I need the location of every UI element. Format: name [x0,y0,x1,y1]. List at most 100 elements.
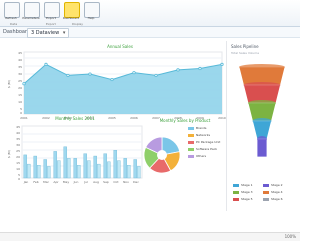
chevron-down-icon: ▾ [62,30,66,36]
help-label: Help [87,16,95,20]
monthly-bar [123,158,127,179]
monthly-ytick: 45 [16,125,20,129]
product-sales-title: Monthly Sales by Product [159,118,211,123]
monthly-xtick: Dec [133,180,139,184]
annual-point [44,62,48,66]
annual-point [110,77,114,82]
annual-ytick: 30 [18,72,22,76]
legend-label: Stage 2 [271,183,283,187]
legend-item: Others [188,154,206,158]
monthly-xtick: May [63,180,69,184]
legend-item: Stage 5 [233,197,253,201]
legend-label: Software Pack [196,147,218,151]
monthly-xtick: Nov [123,180,129,184]
legend-swatch [233,183,239,187]
monthly-bar [97,163,101,179]
ribbon-group-data: Data [10,22,18,26]
ribbon: Refresh Parameters Export Dashboard Help… [0,0,300,27]
product-pie-chart [143,136,181,174]
monthly-bar [57,160,61,179]
funnel-rim [252,118,272,124]
legend-item: Stage 3 [233,190,253,194]
annual-point [198,66,202,71]
monthly-ytick: 25 [16,149,20,153]
legend-item: Stage 4 [263,190,283,194]
refresh-label: Refresh [5,16,17,20]
monthly-ylabel: $ (M) [7,150,11,158]
monthly-bar [93,155,97,179]
legend-swatch [233,190,239,194]
annual-ytick: 35 [18,65,22,69]
monthly-bar [33,155,37,179]
legend-swatch [188,140,194,144]
monthly-bar [73,158,77,179]
monthly-ytick: 10 [16,167,20,171]
zoom-level[interactable]: 100% [285,234,296,239]
ribbon-group-export: Export [46,22,56,26]
monthly-sales-title: Monthly Sales 2011 [55,116,95,121]
annual-ytick: 25 [18,79,22,83]
monthly-bar [23,154,27,179]
annual-ytick: 40 [18,58,22,62]
monthly-bar [103,153,107,179]
monthly-bar [67,158,71,179]
monthly-bar [117,160,121,179]
legend-label: Brands [196,126,207,130]
monthly-bar [37,165,41,179]
annual-ylabel: $ (M) [7,80,11,88]
pipeline-funnel-chart [238,64,286,158]
legend-item: Software Pack [188,147,217,151]
legend-label: Stage 1 [241,183,253,187]
monthly-ytick: 35 [16,137,20,141]
product-legend: Brands Networks PC Package Unit Software… [188,126,228,162]
legend-swatch [263,197,269,201]
legend-item: Stage 2 [263,183,283,187]
annual-sales-chart: 45 40 35 30 25 20 15 10 5 0 $ (M) 2001 2… [7,51,226,120]
annual-point [220,62,224,66]
dashboard-toolbar: Dashboard 3 Dataview ▾ [0,27,300,38]
ribbon-group-display: Display [72,22,84,26]
annual-ytick: 20 [18,86,22,90]
monthly-bar [53,151,57,179]
dashboard-select-value: 3 Dataview [31,30,60,36]
monthly-bar [127,165,131,179]
legend-label: Stage 3 [241,190,253,194]
sales-pipeline-panel: Sales Pipeline Total Sales Volume Stage … [226,41,297,211]
legend-label: Stage 5 [241,197,253,201]
monthly-ytick: 40 [16,131,20,135]
annual-ytick: 45 [18,51,22,55]
monthly-xtick: Jan [23,180,29,184]
monthly-bar [133,159,137,179]
legend-label: Others [196,154,207,158]
annual-point [22,82,26,86]
legend-item: Stage 1 [233,183,253,187]
pipeline-title: Sales Pipeline [231,44,259,49]
monthly-bar [47,166,51,179]
funnel-rim [257,136,267,142]
annual-point [176,68,180,72]
monthly-xtick: Oct [113,180,119,184]
monthly-xtick: Apr [53,180,59,184]
monthly-xtick: Sep [103,180,109,184]
dashboard-select[interactable]: 3 Dataview ▾ [27,28,70,38]
monthly-sales-chart: Jan Feb Mar Apr May Jun Jul Aug Sep Oct … [7,125,143,184]
legend-item: PC Package Unit [188,140,220,144]
parameters-label: Parameters [22,16,40,20]
funnel-rim [239,64,285,70]
monthly-bar [77,165,81,179]
legend-label: PC Package Unit [196,140,221,144]
annual-point [66,73,70,78]
annual-point [88,72,92,76]
monthly-xtick: Jul [83,180,88,184]
legend-swatch [233,197,239,201]
legend-swatch [263,183,269,187]
annual-ytick: 0 [20,111,22,115]
monthly-ytick: 20 [16,155,20,159]
legend-swatch [188,126,194,130]
legend-label: Networks [196,133,211,137]
monthly-bar [87,160,91,179]
monthly-bar [43,159,47,179]
annual-point [132,71,136,75]
monthly-xtick: Jun [73,180,79,184]
annual-xtick: 2006 [130,116,138,120]
